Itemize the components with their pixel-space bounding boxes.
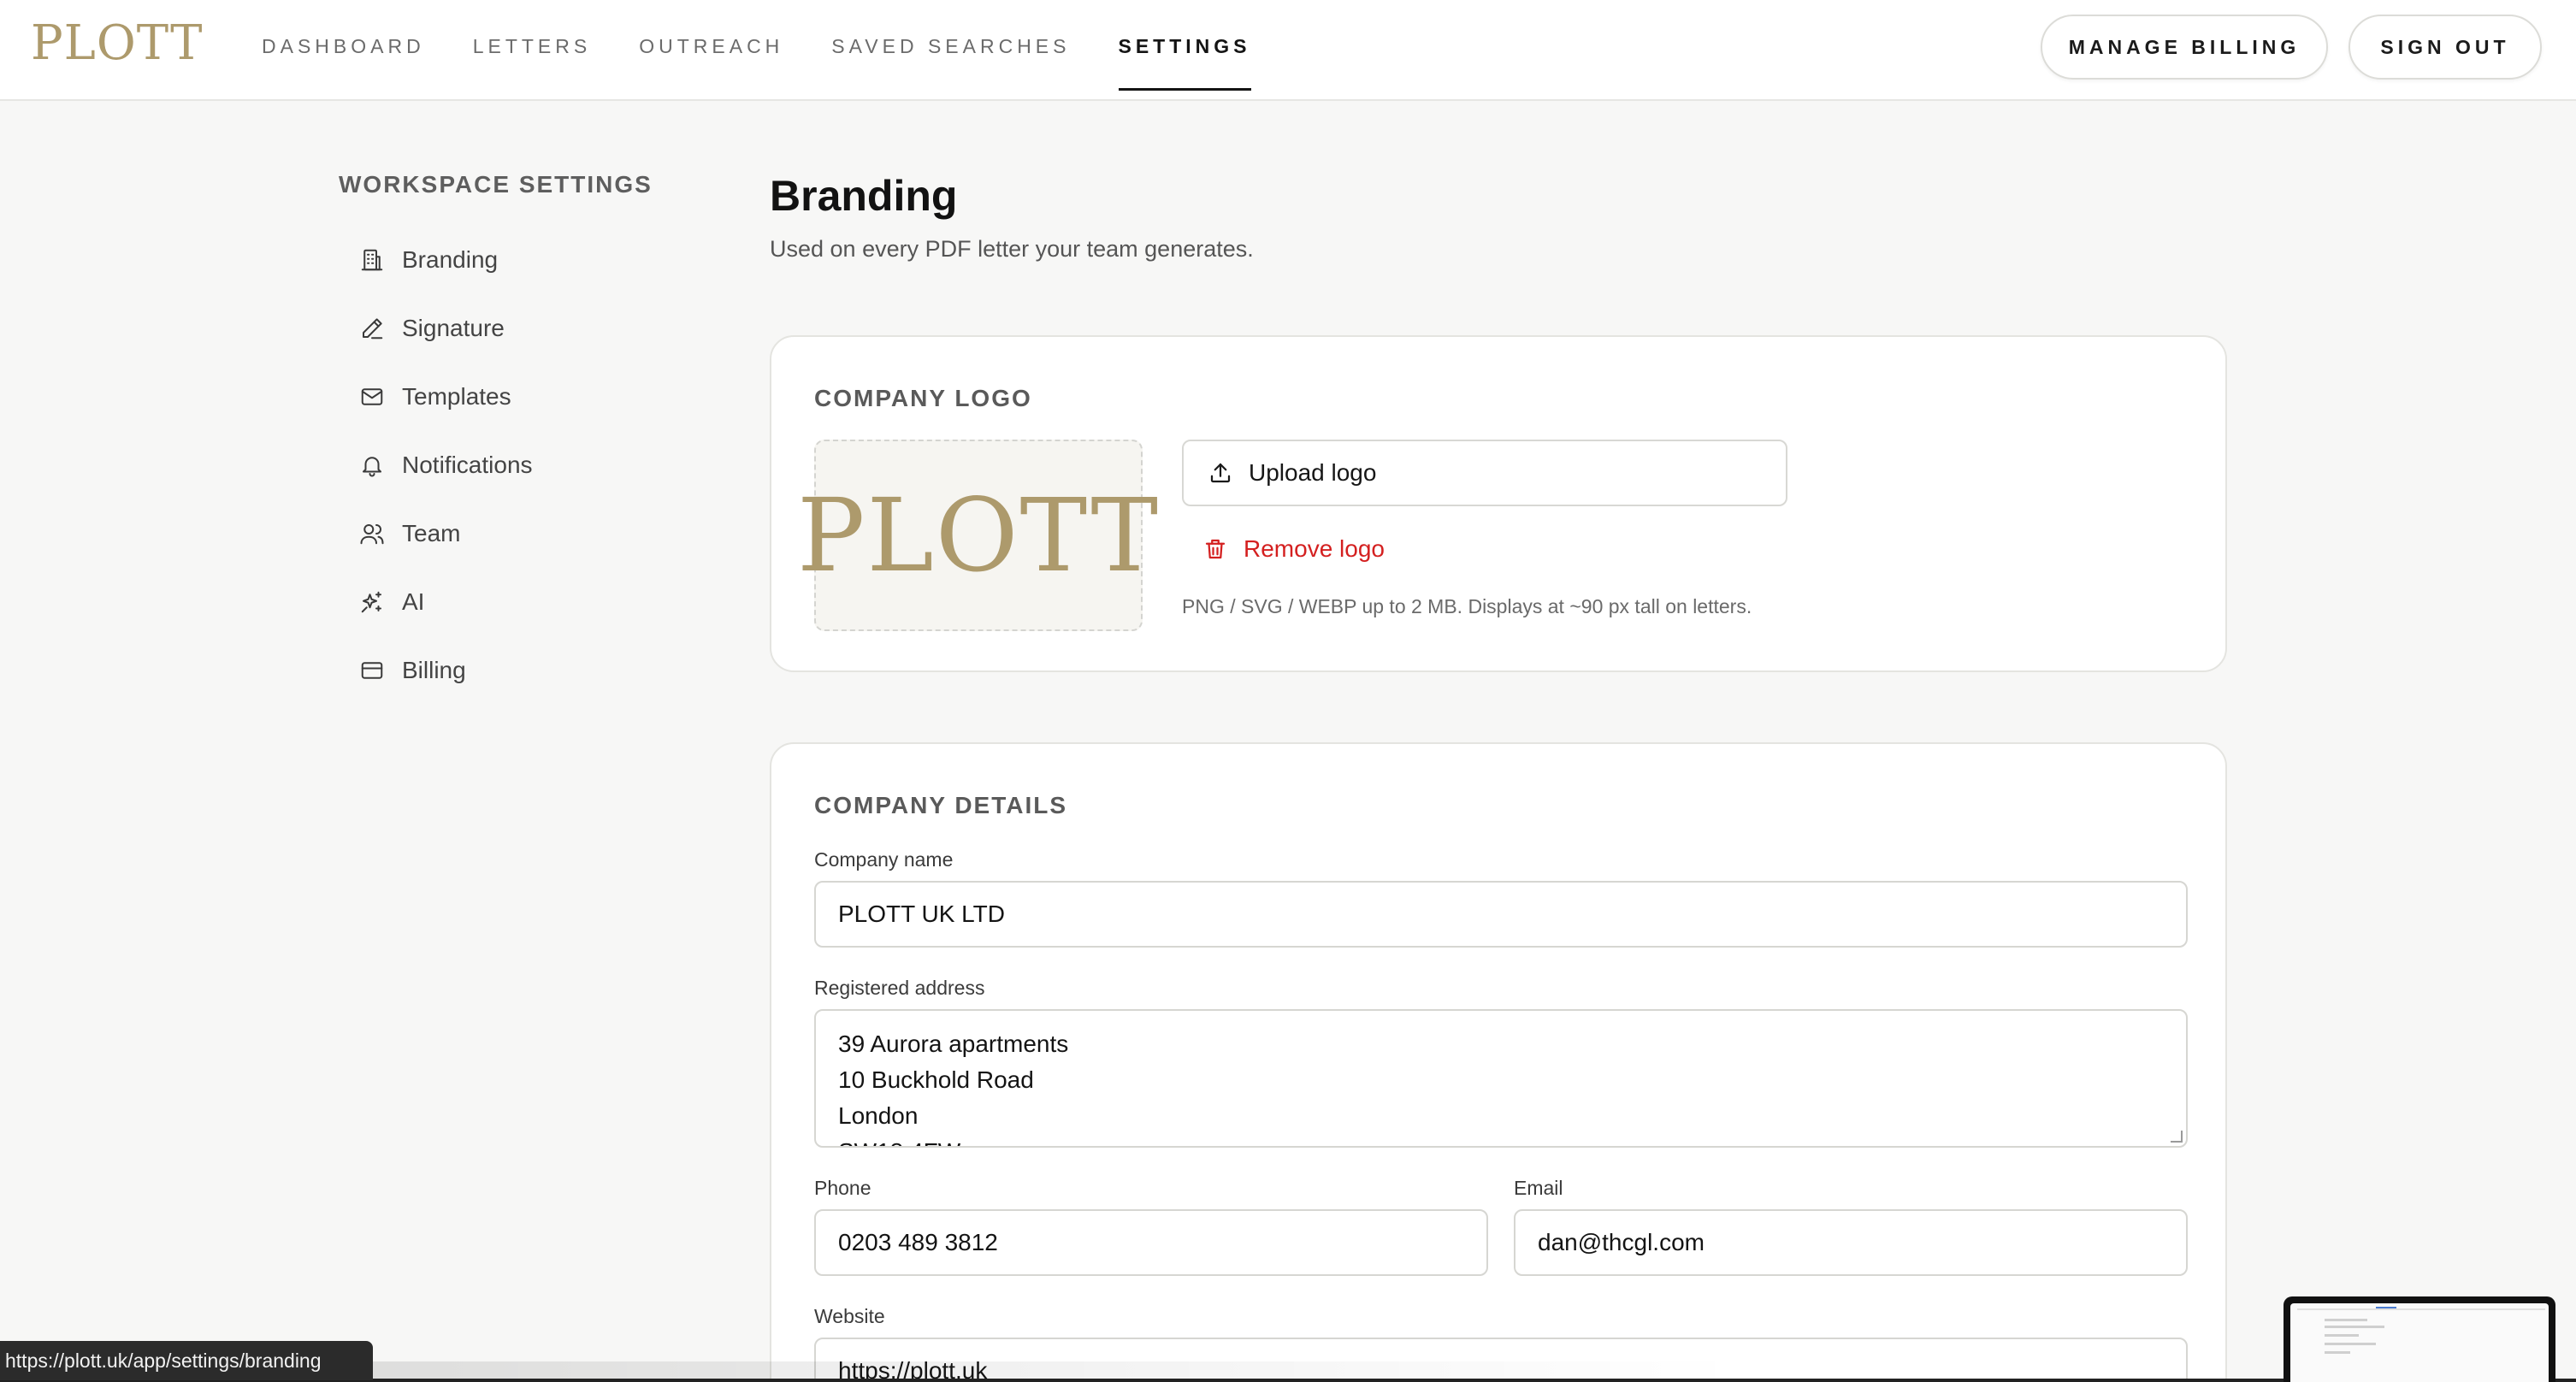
sidebar-item-label: Templates	[402, 383, 511, 410]
sparkles-icon	[359, 589, 385, 615]
logo-upload-hint: PNG / SVG / WEBP up to 2 MB. Displays at…	[1182, 595, 1752, 617]
nav-dashboard[interactable]: DASHBOARD	[262, 0, 425, 101]
sidebar-item-branding[interactable]: Branding	[339, 226, 698, 294]
mail-icon	[359, 384, 385, 410]
upload-logo-label: Upload logo	[1249, 459, 1377, 486]
screen-thumbnail[interactable]	[2284, 1296, 2555, 1382]
sidebar-item-label: Billing	[402, 657, 466, 683]
company-logo-heading: COMPANY LOGO	[814, 385, 1032, 411]
screen-thumbnail-preview	[2290, 1303, 2549, 1382]
sidebar-item-ai[interactable]: AI	[339, 568, 698, 636]
upload-logo-button[interactable]: Upload logo	[1182, 440, 1787, 506]
page-subtitle: Used on every PDF letter your team gener…	[770, 236, 1254, 262]
company-details-card: COMPANY DETAILS Company name PLOTT UK LT…	[770, 742, 2227, 1382]
nav-settings[interactable]: SETTINGS	[1118, 0, 1251, 101]
page-title: Branding	[770, 172, 958, 220]
company-name-label: Company name	[814, 848, 954, 871]
top-navigation-bar: PLOTT DASHBOARD LETTERS OUTREACH SAVED S…	[0, 0, 2576, 101]
phone-field[interactable]: 0203 489 3812	[814, 1209, 1488, 1276]
logo-preview: PLOTT	[797, 440, 1158, 631]
brand-logo[interactable]: PLOTT	[31, 15, 204, 71]
sign-out-button[interactable]: SIGN OUT	[2349, 15, 2542, 80]
settings-sidebar: WORKSPACE SETTINGS Branding Signature Te…	[339, 171, 698, 705]
sidebar-item-label: Signature	[402, 315, 505, 341]
company-name-field[interactable]: PLOTT UK LTD	[814, 881, 2188, 948]
sidebar-item-signature[interactable]: Signature	[339, 294, 698, 363]
main-nav: DASHBOARD LETTERS OUTREACH SAVED SEARCHE…	[262, 0, 1299, 101]
credit-card-icon	[359, 658, 385, 683]
sidebar-item-notifications[interactable]: Notifications	[339, 431, 698, 499]
sidebar-item-label: Team	[402, 520, 461, 546]
address-line: 39 Aurora apartments	[838, 1031, 1069, 1057]
sidebar-heading: WORKSPACE SETTINGS	[339, 171, 653, 198]
sidebar-item-billing[interactable]: Billing	[339, 636, 698, 705]
address-line: SW18 4FW	[838, 1134, 2164, 1146]
manage-billing-button[interactable]: MANAGE BILLING	[2041, 15, 2328, 80]
sidebar-item-templates[interactable]: Templates	[339, 363, 698, 431]
logo-preview-image: PLOTT	[796, 476, 1161, 594]
email-field[interactable]: dan@thcgl.com	[1514, 1209, 2188, 1276]
status-bar-url: https://plott.uk/app/settings/branding	[0, 1341, 373, 1380]
window-bottom-edge	[0, 1379, 2576, 1382]
email-label: Email	[1514, 1177, 1563, 1199]
sidebar-item-team[interactable]: Team	[339, 499, 698, 568]
remove-logo-button[interactable]: Remove logo	[1202, 532, 1385, 566]
phone-label: Phone	[814, 1177, 871, 1199]
sidebar-item-label: AI	[402, 588, 425, 615]
nav-outreach[interactable]: OUTREACH	[639, 0, 783, 101]
address-line: 10 Buckhold Road	[838, 1066, 1034, 1093]
address-line: London	[838, 1102, 919, 1129]
sidebar-item-label: Branding	[402, 246, 499, 273]
company-logo-card: COMPANY LOGO PLOTT Upload logo Remove lo…	[770, 335, 2227, 672]
registered-address-field[interactable]: 39 Aurora apartments 10 Buckhold Road Lo…	[814, 1009, 2188, 1148]
pen-icon	[359, 316, 385, 341]
bell-icon	[359, 452, 385, 478]
registered-address-label: Registered address	[814, 977, 985, 999]
nav-letters[interactable]: LETTERS	[473, 0, 592, 101]
company-details-heading: COMPANY DETAILS	[814, 792, 1068, 818]
trash-icon	[1202, 536, 1228, 562]
upload-icon	[1208, 460, 1233, 486]
sidebar-item-label: Notifications	[402, 452, 533, 478]
remove-logo-label: Remove logo	[1244, 535, 1385, 562]
website-label: Website	[814, 1305, 885, 1327]
nav-saved-searches[interactable]: SAVED SEARCHES	[831, 0, 1070, 101]
resize-handle[interactable]	[2171, 1131, 2183, 1143]
building-icon	[359, 247, 385, 273]
users-icon	[359, 521, 385, 546]
